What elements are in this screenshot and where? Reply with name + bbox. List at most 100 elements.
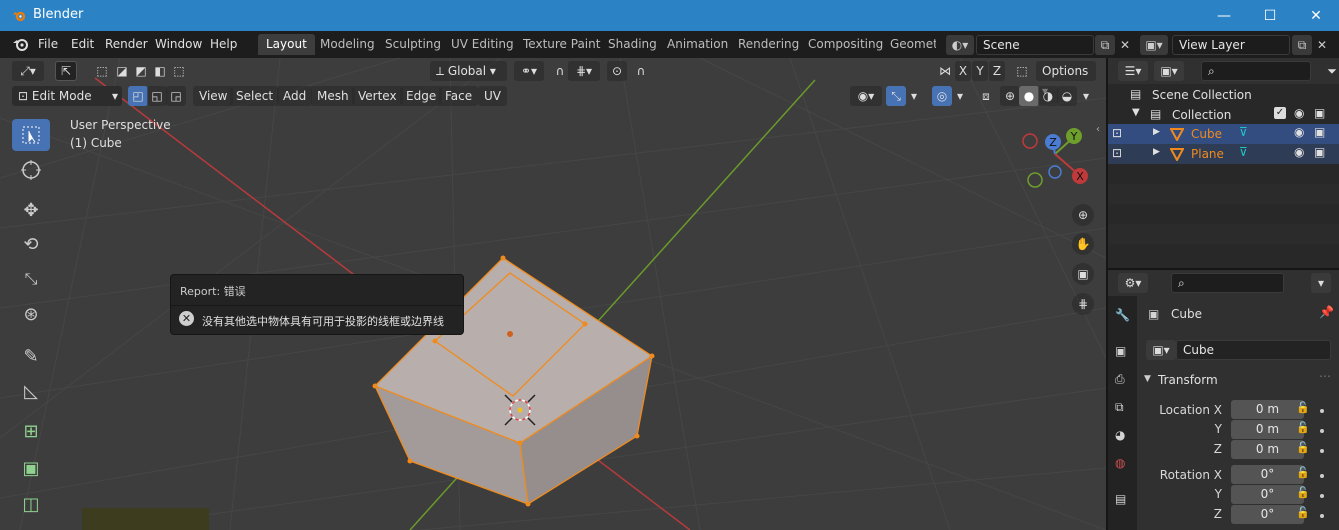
eye-icon[interactable]: ◉ <box>1294 125 1304 139</box>
mesh-data-icon[interactable]: ⊽ <box>1239 125 1248 139</box>
panel-expand-arrow-icon[interactable]: ▼ <box>1144 374 1151 384</box>
lock-icon[interactable]: 🔓 <box>1296 421 1310 434</box>
minimize-button[interactable]: — <box>1201 0 1247 31</box>
zoom-button[interactable]: ⊕ <box>1072 204 1094 226</box>
tab-compositing[interactable]: Compositing <box>800 34 891 55</box>
edit-mode-toggle-icon[interactable]: ⊡ <box>1112 146 1122 160</box>
scene-tab-icon[interactable]: ◕ <box>1115 428 1125 442</box>
data-browse-button[interactable]: ▣▾ <box>1146 340 1176 360</box>
transform-orientation-dropdown[interactable]: ⟂ Global ▾ <box>430 61 507 81</box>
keyframe-dot-icon[interactable] <box>1320 494 1324 498</box>
select-mode-invert-icon[interactable]: ◧ <box>150 61 170 81</box>
view-layer-name-field[interactable]: View Layer <box>1172 35 1290 55</box>
exclude-checkbox[interactable]: ✓ <box>1274 107 1286 119</box>
header-menu-edge[interactable]: Edge <box>400 86 443 106</box>
tool-add-cube[interactable]: ⊞ <box>12 415 50 447</box>
tab-uv-editing[interactable]: UV Editing <box>443 34 522 55</box>
tab-sculpting[interactable]: Sculpting <box>377 34 449 55</box>
pin-icon[interactable]: 📌 <box>1319 305 1334 319</box>
snap-toggle[interactable]: ∩ <box>550 61 570 81</box>
delete-view-layer-button[interactable]: ✕ <box>1312 35 1332 55</box>
tool-rotate[interactable]: ⟲ <box>12 228 50 260</box>
header-menu-add[interactable]: Add <box>277 86 313 106</box>
scene-name-field[interactable]: Scene <box>976 35 1094 55</box>
properties-search-input[interactable]: ⌕ <box>1171 273 1284 293</box>
output-tab-icon[interactable]: ⎙ <box>1115 372 1125 387</box>
tool-cursor[interactable] <box>12 154 50 186</box>
shading-dropdown[interactable]: ▾ <box>1078 86 1094 106</box>
pivot-point-dropdown[interactable]: ⚭▾ <box>514 61 544 81</box>
tool-scale[interactable]: ⤡ <box>12 263 50 295</box>
negative-x-axis-icon[interactable] <box>1022 133 1038 149</box>
tool-measure[interactable]: ◺ <box>12 375 50 407</box>
header-menu-uv[interactable]: UV <box>478 86 507 106</box>
tool-move[interactable]: ✥ <box>12 194 50 226</box>
xray-toggle[interactable]: ⧈ <box>976 86 996 106</box>
navigation-gizmo[interactable]: Y Z X <box>1015 124 1095 194</box>
header-menu-face[interactable]: Face <box>439 86 479 106</box>
mesh-data-icon[interactable]: ⊽ <box>1239 145 1248 159</box>
lock-icon[interactable]: 🔓 <box>1296 401 1310 414</box>
rotation-z-field[interactable]: 0° <box>1231 505 1304 524</box>
collapse-arrow-icon[interactable]: ‹ <box>1096 124 1100 135</box>
transform-panel-header[interactable]: Transform <box>1158 373 1218 387</box>
view-layer-selector-button[interactable]: ▣▾ <box>1140 35 1168 55</box>
snap-target-dropdown[interactable]: ⋕▾ <box>568 61 600 81</box>
ortho-toggle-button[interactable]: ⋕ <box>1072 293 1094 315</box>
select-box-tool-icon-header[interactable]: ⇱ <box>55 61 77 81</box>
keyframe-dot-icon[interactable] <box>1320 474 1324 478</box>
outliner-search-input[interactable]: ⌕ <box>1201 61 1311 81</box>
keyframe-dot-icon[interactable] <box>1320 449 1324 453</box>
location-z-field[interactable]: 0 m <box>1231 440 1304 459</box>
tab-shading[interactable]: Shading <box>600 34 665 55</box>
outliner-row-scene-collection[interactable]: ▤ Scene Collection <box>1108 85 1339 105</box>
properties-editor-type[interactable]: ⚙▾ <box>1118 273 1148 293</box>
camera-view-button[interactable]: ▣ <box>1072 263 1094 285</box>
gizmo-dropdown[interactable]: ▾ <box>906 86 922 106</box>
select-mode-extend-icon[interactable]: ◪ <box>112 61 132 81</box>
edit-mode-toggle-icon[interactable]: ⊡ <box>1112 126 1122 140</box>
tool-annotate[interactable]: ✎ <box>12 340 50 372</box>
mirror-y-toggle[interactable]: Y <box>972 61 988 81</box>
collection-tab-icon[interactable]: ▤ <box>1115 492 1126 506</box>
outliner-row-collection[interactable]: ▼ ▤ Collection ✓ ◉ ▣ <box>1108 105 1339 125</box>
header-menu-view[interactable]: View <box>193 86 234 106</box>
gizmo-toggle[interactable]: ⤡ <box>886 86 906 106</box>
proportional-edit-toggle[interactable]: ⊙ <box>607 61 627 81</box>
camera-icon[interactable]: ▣ <box>1314 125 1325 139</box>
outliner-row-cube[interactable]: ⊡ ▶ Cube ⊽ ◉ ▣ <box>1108 124 1339 144</box>
keyframe-dot-icon[interactable] <box>1320 429 1324 433</box>
expand-arrow-icon[interactable]: ▶ <box>1153 147 1160 157</box>
maximize-button[interactable]: ☐ <box>1247 0 1293 31</box>
visibility-dropdown[interactable]: ◉▾ <box>850 86 882 106</box>
eye-icon[interactable]: ◉ <box>1294 106 1304 120</box>
shading-solid[interactable]: ● <box>1019 86 1039 106</box>
select-mode-new-icon[interactable]: ⬚ <box>92 61 112 81</box>
world-tab-icon[interactable]: ◍ <box>1115 456 1125 470</box>
tab-modeling[interactable]: Modeling <box>312 34 383 55</box>
mode-dropdown[interactable]: ⊡ Edit Mode ▾ <box>12 86 122 106</box>
tool-select-box[interactable] <box>12 119 50 151</box>
keyframe-dot-icon[interactable] <box>1320 409 1324 413</box>
menu-file[interactable]: File <box>38 37 58 51</box>
tab-texture-paint[interactable]: Texture Paint <box>515 34 608 55</box>
tab-layout[interactable]: Layout <box>258 34 315 55</box>
header-menu-select[interactable]: Select <box>230 86 280 106</box>
shading-rendered[interactable]: ◒ <box>1057 86 1077 106</box>
negative-z-axis-icon[interactable] <box>1048 165 1062 179</box>
render-tab-icon[interactable]: ▣ <box>1115 344 1126 358</box>
3d-cursor[interactable] <box>504 394 536 426</box>
rotation-x-field[interactable]: 0° <box>1231 465 1304 484</box>
tab-geometry-nodes[interactable]: Geometr <box>882 34 936 55</box>
new-view-layer-button[interactable]: ⧉ <box>1292 35 1312 55</box>
close-button[interactable]: ✕ <box>1293 0 1339 31</box>
rotation-y-field[interactable]: 0° <box>1231 485 1304 504</box>
overlays-toggle[interactable]: ◎ <box>932 86 952 106</box>
keyframe-dot-icon[interactable] <box>1320 514 1324 518</box>
select-mode-intersect-icon[interactable]: ⬚ <box>169 61 189 81</box>
tool-transform[interactable]: ⊛ <box>12 298 50 330</box>
filter-button[interactable]: ⏷ <box>1322 61 1339 81</box>
mirror-z-toggle[interactable]: Z <box>989 61 1005 81</box>
location-x-field[interactable]: 0 m <box>1231 400 1304 419</box>
view-layer-tab-icon[interactable]: ⧉ <box>1115 400 1124 415</box>
